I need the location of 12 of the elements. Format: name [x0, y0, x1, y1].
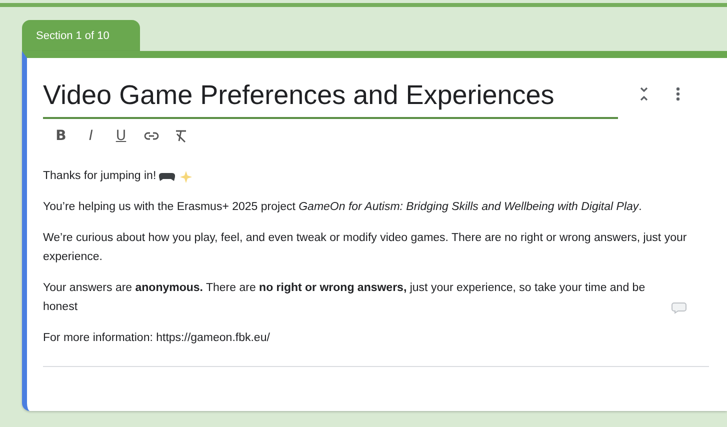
sparkle-icon — [178, 170, 194, 183]
speech-bubble-icon — [671, 301, 687, 314]
description-paragraph: For more information: https://gameon.fbk.eu/ — [43, 331, 271, 346]
description-text: Thanks for jumping in! — [43, 169, 156, 184]
description-paragraph: You’re helping us with the Erasmus+ 2025 project GameOn for Autism: Bridging Skills and Wellbeing with Digital Play. — [43, 200, 643, 215]
underline-button[interactable]: U — [113, 127, 129, 145]
gamepad-icon — [159, 170, 176, 183]
description-paragraph: We’re curious about how you play, feel, and even tweak or modify video games. There are no right or wrong answers, just your experience. — [43, 231, 688, 265]
description-text: Your answers are anonymous. There are no right or wrong answers, just your experience, so take your time and be honest — [43, 281, 646, 315]
bold-button[interactable]: B — [53, 127, 69, 145]
italic-button[interactable]: I — [83, 127, 99, 145]
form-title-field[interactable]: Video Game Preferences and Experiences — [43, 76, 618, 119]
